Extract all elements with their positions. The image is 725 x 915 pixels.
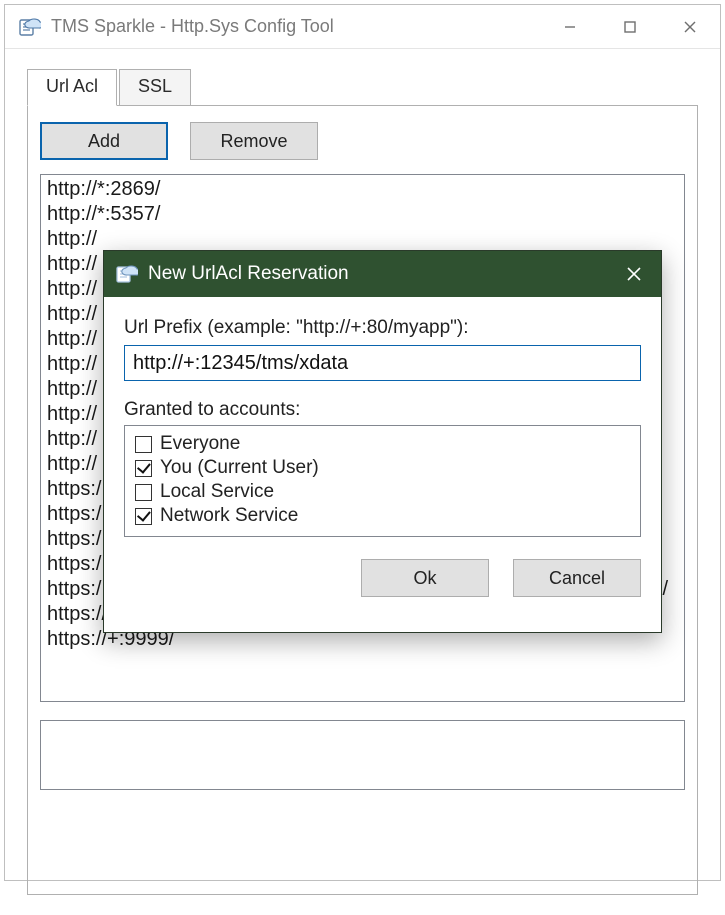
titlebar: TMS Sparkle - Http.Sys Config Tool <box>5 5 720 49</box>
account-row-local-service[interactable]: Local Service <box>135 480 630 504</box>
window-controls <box>540 5 720 48</box>
account-row-current-user[interactable]: You (Current User) <box>135 456 630 480</box>
url-prefix-input[interactable] <box>124 345 641 381</box>
toolbar: Add Remove <box>40 122 685 160</box>
details-box <box>40 720 685 790</box>
account-row-everyone[interactable]: Everyone <box>135 432 630 456</box>
tab-ssl[interactable]: SSL <box>119 69 191 106</box>
account-label: Local Service <box>160 480 274 504</box>
tab-urlacl[interactable]: Url Acl <box>27 69 117 106</box>
ok-button[interactable]: Ok <box>361 559 489 597</box>
checkbox-current-user[interactable] <box>135 460 152 477</box>
tabstrip: Url Acl SSL <box>27 69 698 106</box>
cancel-button[interactable]: Cancel <box>513 559 641 597</box>
maximize-button[interactable] <box>600 5 660 48</box>
account-row-network-service[interactable]: Network Service <box>135 504 630 528</box>
dialog-titlebar: New UrlAcl Reservation <box>104 251 661 297</box>
dialog-close-button[interactable] <box>607 251 661 297</box>
checkbox-network-service[interactable] <box>135 508 152 525</box>
window-title: TMS Sparkle - Http.Sys Config Tool <box>51 16 334 37</box>
list-item[interactable]: http://*:2869/ <box>47 177 678 202</box>
remove-button[interactable]: Remove <box>190 122 318 160</box>
checkbox-local-service[interactable] <box>135 484 152 501</box>
dialog-app-icon <box>116 263 138 285</box>
add-button[interactable]: Add <box>40 122 168 160</box>
list-item[interactable]: http:// <box>47 227 678 252</box>
close-button[interactable] <box>660 5 720 48</box>
list-item[interactable]: http://*:5357/ <box>47 202 678 227</box>
app-icon <box>19 16 41 38</box>
checkbox-everyone[interactable] <box>135 436 152 453</box>
new-urlacl-dialog: New UrlAcl Reservation Url Prefix (examp… <box>103 250 662 633</box>
url-prefix-label: Url Prefix (example: "http://+:80/myapp"… <box>124 317 641 339</box>
list-item[interactable]: https:/ <box>47 577 101 602</box>
granted-accounts-label: Granted to accounts: <box>124 399 641 421</box>
dialog-title: New UrlAcl Reservation <box>148 263 349 285</box>
account-label: Network Service <box>160 504 298 528</box>
granted-accounts-box: Everyone You (Current User) Local Servic… <box>124 425 641 537</box>
dialog-button-row: Ok Cancel <box>124 559 641 597</box>
minimize-button[interactable] <box>540 5 600 48</box>
account-label: You (Current User) <box>160 456 319 480</box>
list-item-suffix: / <box>662 577 678 602</box>
dialog-body: Url Prefix (example: "http://+:80/myapp"… <box>104 297 661 632</box>
account-label: Everyone <box>160 432 240 456</box>
